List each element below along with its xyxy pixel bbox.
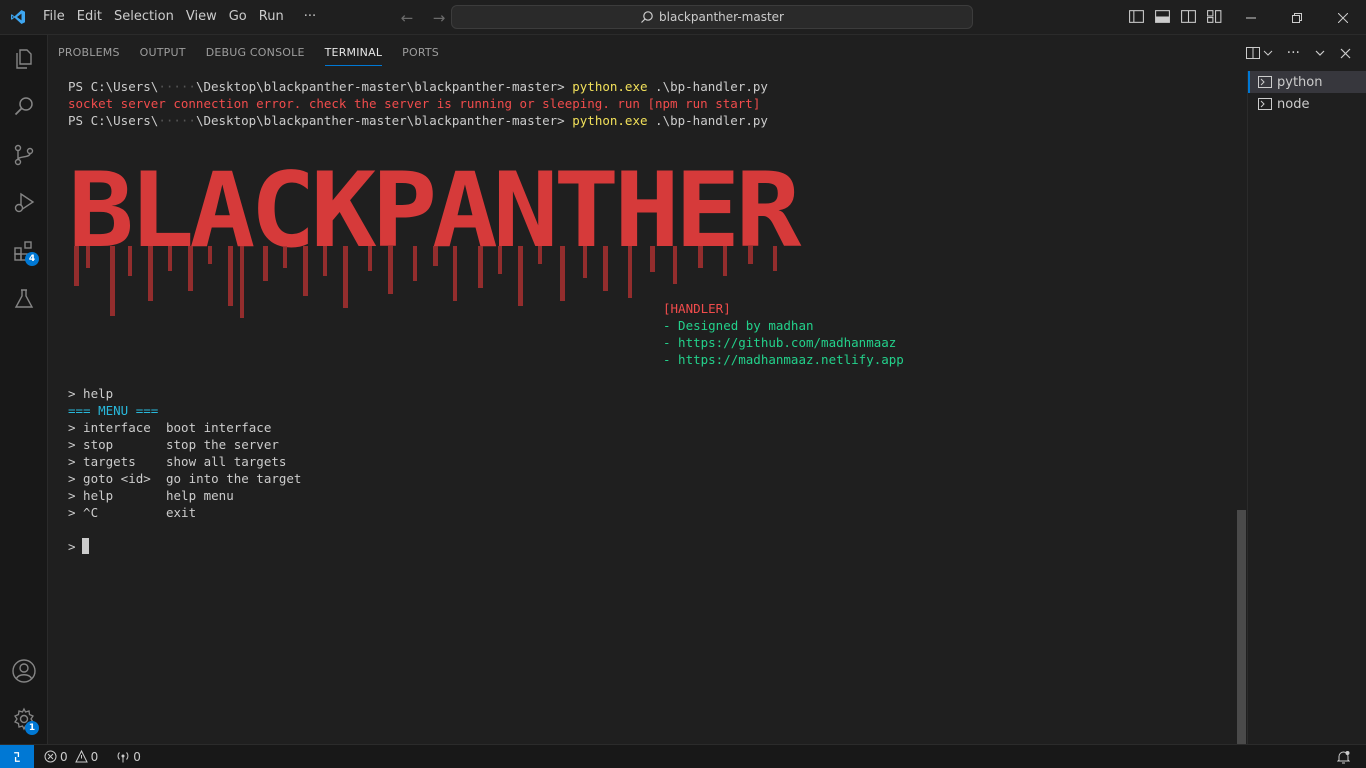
broadcast-icon — [117, 752, 129, 763]
run-debug-icon[interactable] — [0, 179, 48, 227]
command-center-label: blackpanther-master — [659, 10, 784, 24]
explorer-icon[interactable] — [0, 35, 48, 83]
credit-line: - https://madhanmaaz.netlify.app — [663, 352, 904, 367]
tab-terminal[interactable]: TERMINAL — [315, 35, 393, 71]
warning-icon — [74, 750, 88, 763]
tab-ports[interactable]: PORTS — [392, 35, 449, 71]
terminal-command-line: PS C:\Users\·····\Desktop\blackpanther-m… — [68, 113, 768, 128]
toggle-panel-icon[interactable] — [1154, 8, 1171, 25]
panel-actions: ··· — [1245, 43, 1351, 63]
activity-bar: 4 1 — [0, 35, 48, 744]
terminal-tab-python[interactable]: python — [1248, 71, 1366, 93]
title-bar: File Edit Selection View Go Run ··· ← → … — [0, 0, 1366, 35]
menu-row-command: > ^C — [68, 505, 99, 520]
manage-badge: 1 — [25, 721, 39, 735]
toggle-primary-sidebar-icon[interactable] — [1128, 8, 1145, 25]
customize-layout-icon[interactable] — [1206, 8, 1223, 25]
menu-run[interactable]: Run — [253, 5, 290, 29]
remote-indicator-icon[interactable] — [0, 744, 34, 768]
panel-tab-bar: PROBLEMS OUTPUT DEBUG CONSOLE TERMINAL P… — [48, 35, 1366, 71]
terminal-tab-node[interactable]: node — [1248, 93, 1366, 115]
menu-edit[interactable]: Edit — [71, 5, 108, 29]
menu-row-description: show all targets — [166, 454, 287, 469]
more-actions-icon[interactable]: ··· — [1287, 43, 1300, 63]
terminal-command-line: PS C:\Users\·····\Desktop\blackpanther-m… — [68, 79, 768, 94]
back-arrow-icon[interactable]: ← — [396, 7, 418, 29]
menu-row-description: exit — [166, 505, 197, 520]
window-controls — [1228, 0, 1366, 35]
terminal-icon — [1258, 76, 1272, 88]
ports-count: 0 — [133, 749, 141, 764]
menu-selection[interactable]: Selection — [108, 5, 180, 29]
notifications-bell-icon[interactable] — [1331, 750, 1356, 764]
blackpanther-ascii-banner: BLACKPANTHER — [68, 146, 808, 325]
extensions-icon[interactable]: 4 — [0, 227, 48, 275]
menu-bar: File Edit Selection View Go Run ··· — [37, 5, 322, 29]
help-command: > help — [68, 386, 114, 401]
terminal-tab-label: node — [1277, 96, 1310, 112]
input-prompt: > — [68, 539, 76, 554]
tab-output[interactable]: OUTPUT — [130, 35, 196, 71]
menu-row-command: > stop — [68, 437, 114, 452]
chevron-down-icon — [1263, 50, 1272, 56]
close-panel-icon[interactable] — [1340, 43, 1351, 63]
credit-line: - https://github.com/madhanmaaz — [663, 335, 897, 350]
split-terminal-icon[interactable] — [1245, 43, 1273, 63]
menu-row-command: > help — [68, 488, 114, 503]
minimize-icon[interactable] — [1228, 0, 1274, 35]
redacted-username: ····· — [158, 79, 196, 94]
restore-icon[interactable] — [1274, 0, 1320, 35]
forward-arrow-icon[interactable]: → — [428, 7, 450, 29]
menu-row-description: stop the server — [166, 437, 279, 452]
testing-icon[interactable] — [0, 275, 48, 323]
menu-row-command: > interface — [68, 420, 151, 435]
error-count: 0 — [60, 749, 68, 764]
warning-count: 0 — [90, 749, 99, 764]
problems-status[interactable]: 0 0 — [38, 750, 104, 764]
tab-debug-console[interactable]: DEBUG CONSOLE — [196, 35, 315, 71]
menu-view[interactable]: View — [180, 5, 223, 29]
status-bar: 0 0 0 — [0, 744, 1366, 768]
terminal-icon — [1258, 98, 1272, 110]
search-icon[interactable] — [0, 83, 48, 131]
layout-controls — [1128, 8, 1223, 25]
search-icon — [641, 11, 653, 23]
terminal-tabs-list: python node — [1247, 71, 1366, 744]
error-icon — [44, 750, 57, 763]
ports-status[interactable]: 0 — [110, 750, 147, 764]
extensions-badge: 4 — [25, 252, 39, 266]
menu-row-description: help menu — [166, 488, 234, 503]
toggle-secondary-sidebar-icon[interactable] — [1180, 8, 1197, 25]
menu-row-description: boot interface — [166, 420, 272, 435]
terminal-tab-label: python — [1277, 74, 1323, 90]
menu-more[interactable]: ··· — [298, 5, 322, 29]
navigation-arrows: ← → — [396, 7, 450, 29]
terminal-scrollbar[interactable] — [1237, 510, 1246, 744]
menu-row-command: > targets — [68, 454, 136, 469]
vscode-logo-icon — [0, 0, 35, 35]
collapse-panel-icon[interactable] — [1314, 43, 1326, 63]
accounts-icon[interactable] — [0, 647, 48, 695]
menu-go[interactable]: Go — [223, 5, 253, 29]
error-message: socket server connection error. check th… — [68, 96, 761, 111]
command-center-search[interactable]: blackpanther-master — [451, 5, 973, 29]
menu-file[interactable]: File — [37, 5, 71, 29]
manage-gear-icon[interactable]: 1 — [0, 695, 48, 743]
source-control-icon[interactable] — [0, 131, 48, 179]
input-prompt-line[interactable]: > — [68, 538, 89, 555]
menu-header: === MENU === — [68, 403, 159, 418]
redacted-username: ····· — [158, 113, 196, 128]
terminal-cursor — [81, 538, 89, 554]
menu-row-command: > goto <id> — [68, 471, 151, 486]
tab-problems[interactable]: PROBLEMS — [48, 35, 130, 71]
close-icon[interactable] — [1320, 0, 1366, 35]
menu-row-description: go into the target — [166, 471, 302, 486]
